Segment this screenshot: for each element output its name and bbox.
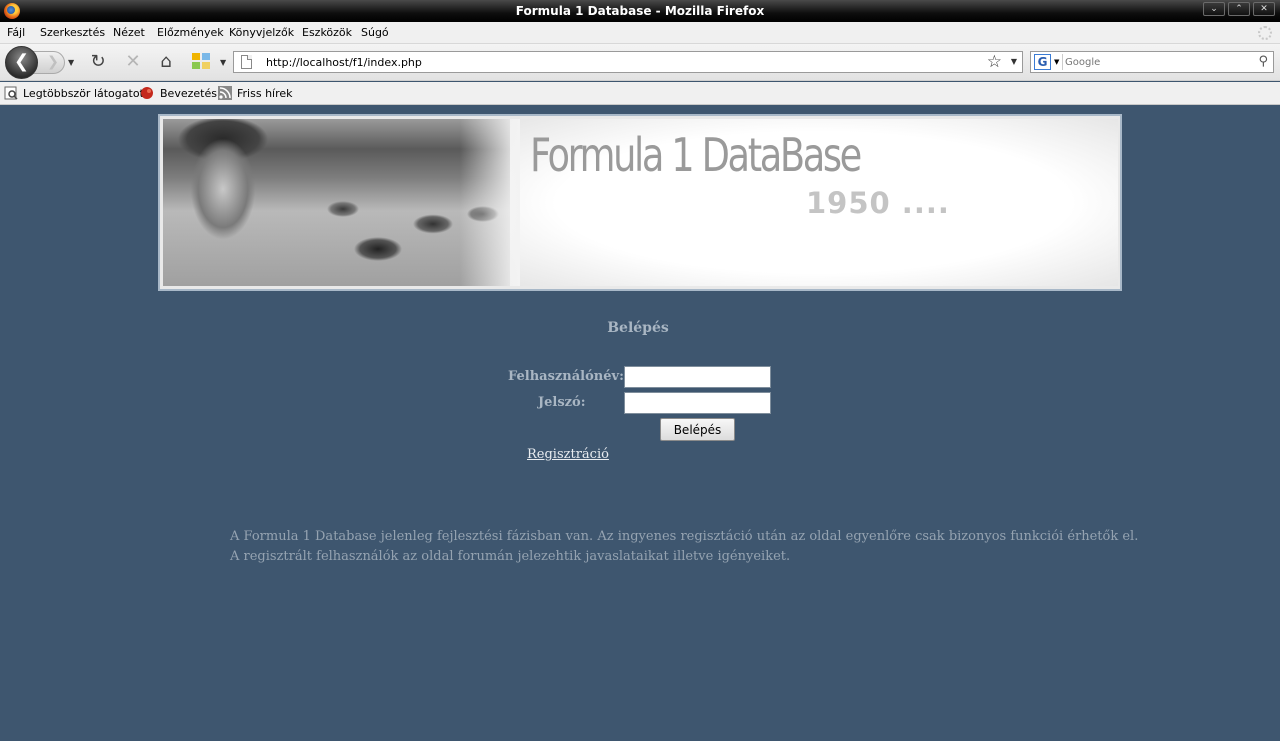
menu-help[interactable]: Súgó: [361, 26, 389, 39]
apps-dropdown-icon[interactable]: ▼: [220, 58, 228, 67]
search-engine-icon[interactable]: G: [1034, 54, 1051, 70]
rss-feed-icon: [218, 86, 232, 100]
search-engine-dropdown-icon[interactable]: ▼: [1054, 58, 1059, 66]
username-field[interactable]: [624, 366, 771, 388]
bookmark-star-icon[interactable]: ☆: [987, 52, 1002, 72]
info-text-line-1: A Formula 1 Database jelenleg fejlesztés…: [230, 529, 1139, 544]
forward-arrow-icon: ❯: [47, 54, 59, 70]
page-content: Formula 1 DataBase 1950 .... Belépés Fel…: [0, 105, 1280, 741]
window-title: Formula 1 Database - Mozilla Firefox: [515, 4, 765, 18]
banner-year: 1950 ....: [806, 186, 950, 220]
password-field[interactable]: [624, 392, 771, 414]
history-dropdown-icon[interactable]: ▼: [68, 58, 76, 67]
reload-icon[interactable]: ↻: [87, 52, 109, 72]
apps-grid-icon[interactable]: [190, 52, 212, 72]
password-label: Jelszó:: [538, 395, 586, 410]
menu-bar: Fájl Szerkesztés Nézet Előzmények Könyvj…: [0, 22, 1280, 44]
window-title-bar: Formula 1 Database - Mozilla Firefox ⌄ ⌃…: [0, 0, 1280, 22]
menu-file[interactable]: Fájl: [7, 26, 25, 39]
url-text[interactable]: http://localhost/f1/index.php: [266, 56, 422, 69]
racing-photo: [163, 119, 510, 286]
minimize-button[interactable]: ⌄: [1203, 2, 1225, 16]
bookmark-most-visited[interactable]: Legtöbbször látogatott: [23, 87, 148, 100]
search-separator: [1062, 54, 1063, 70]
info-text-line-2: A regisztrált felhasználók az oldal foru…: [230, 549, 791, 564]
back-arrow-icon: ❮: [13, 51, 30, 72]
login-button[interactable]: Belépés: [660, 418, 735, 441]
back-button[interactable]: ❮: [5, 46, 38, 79]
menu-tools[interactable]: Eszközök: [302, 26, 352, 39]
search-input[interactable]: [1065, 54, 1250, 70]
bookmark-latest-news[interactable]: Friss hírek: [237, 87, 293, 100]
banner-headline: Formula 1 DataBase: [530, 128, 862, 182]
close-button[interactable]: ✕: [1253, 2, 1275, 16]
stop-icon[interactable]: ✕: [122, 52, 144, 72]
page-icon: [241, 55, 252, 69]
url-bar[interactable]: http://localhost/f1/index.php ☆ ▼: [233, 51, 1023, 73]
register-link[interactable]: Regisztráció: [527, 447, 609, 462]
username-label: Felhasználónév:: [508, 369, 624, 384]
intro-bookmark-icon: [141, 87, 153, 99]
search-bar[interactable]: G ▼ ⚲: [1030, 51, 1274, 73]
site-banner: Formula 1 DataBase 1950 ....: [158, 114, 1122, 291]
menu-edit[interactable]: Szerkesztés: [40, 26, 105, 39]
banner-fade: [460, 119, 520, 286]
menu-history[interactable]: Előzmények: [157, 26, 224, 39]
login-title: Belépés: [607, 320, 669, 336]
menu-bookmarks[interactable]: Könyvjelzők: [229, 26, 294, 39]
most-visited-icon: [4, 86, 18, 100]
maximize-button[interactable]: ⌃: [1228, 2, 1250, 16]
menu-view[interactable]: Nézet: [113, 26, 145, 39]
bookmarks-toolbar: Legtöbbször látogatott Bevezetés Friss h…: [0, 82, 1280, 105]
url-dropdown-icon[interactable]: ▼: [1011, 57, 1017, 66]
home-icon[interactable]: ⌂: [155, 52, 177, 72]
bookmark-intro[interactable]: Bevezetés: [160, 87, 217, 100]
loading-throbber-icon: [1258, 26, 1272, 40]
search-icon[interactable]: ⚲: [1258, 54, 1268, 69]
